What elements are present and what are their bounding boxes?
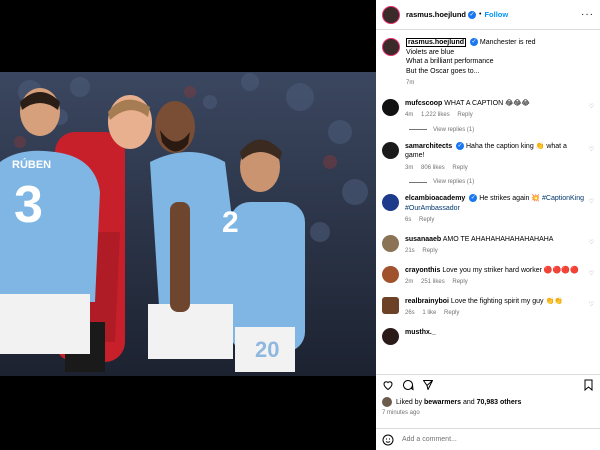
reply-button[interactable]: Reply (422, 248, 437, 254)
caption-time: 7m (406, 80, 415, 86)
comment-item: musthx._ (382, 327, 594, 345)
verified-badge-icon: ✓ (469, 194, 478, 203)
add-comment-bar: Add a comment... (376, 428, 600, 450)
comment-item: susanaaeb AMO TE AHAHAHAHAHAHAHAHA 21s R… (382, 234, 594, 257)
commenter-avatar[interactable] (382, 194, 399, 211)
commenter-avatar[interactable] (382, 141, 399, 159)
caption-avatar[interactable] (382, 38, 400, 56)
comment-time: 4m (405, 112, 414, 118)
commenter-avatar[interactable] (382, 327, 399, 345)
commenter-username[interactable]: samarchitects (405, 143, 452, 150)
comment-text: AMO TE AHAHAHAHAHAHAHAHA (442, 235, 554, 243)
caption-username[interactable]: rasmus.hoejlund (406, 38, 467, 47)
like-comment-icon[interactable]: ♡ (589, 103, 594, 121)
comment-icon[interactable] (402, 379, 414, 391)
center-player-number: 2 (222, 206, 239, 239)
comment-time: 6s (405, 217, 412, 223)
comment-text: WHAT A CAPTION 😂😂😂 (444, 99, 530, 107)
comment-item: elcambioacademy ✓ He strikes again 💥 #Ca… (382, 194, 594, 226)
verified-badge-icon: ✓ (468, 10, 477, 19)
author-avatar[interactable] (382, 5, 400, 24)
separator-dot: • (479, 11, 482, 18)
reply-button[interactable]: Reply (452, 279, 467, 285)
comment-text: Love you my striker hard worker (442, 266, 544, 274)
post-actions (376, 374, 600, 394)
post-timestamp: 7 minutes ago (382, 410, 420, 416)
commenter-avatar[interactable] (382, 234, 399, 252)
commenter-username[interactable]: realbrainyboi (405, 298, 449, 305)
comment-item: mufcscoop WHAT A CAPTION 😂😂😂 4m 1,222 li… (382, 98, 594, 121)
comment-emoji: 🔴🔴🔴🔴 (543, 266, 579, 274)
commenter-username[interactable]: crayonthis (405, 267, 440, 274)
comment-time: 2m (405, 279, 414, 285)
comments-list[interactable]: rasmus.hoejlund ✓ Manchester is red Viol… (376, 32, 600, 370)
comments-pane: rasmus.hoejlund ✓ • Follow ··· rasmus.ho… (376, 0, 600, 450)
like-comment-icon[interactable]: ♡ (589, 270, 594, 288)
comment-time: 3m (405, 164, 414, 171)
photo-illustration: 20 RÚBEN 3 2 (0, 72, 376, 376)
liked-by-prefix: Liked by (396, 398, 423, 406)
like-comment-icon[interactable]: ♡ (589, 146, 594, 174)
verified-badge-icon: ✓ (456, 141, 465, 150)
comment-text: He strikes again 💥 (479, 195, 543, 202)
add-comment-input[interactable]: Add a comment... (402, 436, 457, 443)
like-comment-icon[interactable]: ♡ (589, 198, 594, 226)
commenter-username[interactable]: mufcscoop (405, 100, 442, 107)
share-icon[interactable] (422, 379, 434, 391)
right-player-number: 20 (255, 337, 279, 362)
likes-summary[interactable]: Liked by bewarmers and 70,983 others (382, 397, 521, 407)
instagram-post-modal: 20 RÚBEN 3 2 rasmus.hoejlund ✓ • Follow … (0, 0, 600, 450)
more-options-icon[interactable]: ··· (581, 9, 594, 20)
caption-line: Manchester is red (479, 39, 536, 46)
comment-item: samarchitects ✓ Haha the caption king 👏 … (382, 141, 594, 174)
caption: rasmus.hoejlund ✓ Manchester is red Viol… (382, 38, 594, 89)
left-player-name: RÚBEN (12, 158, 51, 171)
like-comment-icon[interactable]: ♡ (589, 239, 594, 257)
caption-line: Violets are blue (406, 48, 455, 56)
commenter-avatar[interactable] (382, 98, 399, 116)
view-replies[interactable]: View replies (1) (409, 179, 594, 185)
like-heart-icon[interactable] (382, 379, 394, 391)
comment-item: crayonthis Love you my striker hard work… (382, 265, 594, 288)
commenter-avatar[interactable] (382, 296, 399, 314)
left-player-number: 3 (14, 176, 43, 234)
comment-time: 21s (405, 248, 415, 254)
verified-badge-icon: ✓ (469, 38, 478, 47)
follow-button[interactable]: Follow (484, 10, 508, 19)
commenter-avatar[interactable] (382, 265, 399, 283)
comment-likes[interactable]: 1 like (422, 310, 436, 316)
like-comment-icon[interactable]: ♡ (589, 301, 594, 319)
commenter-username[interactable]: elcambioacademy (405, 195, 465, 202)
liked-by-user[interactable]: bewarmers (424, 399, 461, 406)
comment-likes[interactable]: 251 likes (421, 279, 445, 285)
photo-pane: 20 RÚBEN 3 2 (0, 0, 376, 450)
reply-button[interactable]: Reply (444, 310, 459, 316)
reply-button[interactable]: Reply (457, 112, 472, 118)
comment-text: Love the fighting spirit my guy 👏👏 (450, 297, 563, 305)
post-photo[interactable]: 20 RÚBEN 3 2 (0, 72, 376, 376)
liked-by-and: and (462, 398, 475, 406)
liker-avatar (382, 397, 392, 407)
reply-button[interactable]: Reply (419, 217, 434, 223)
caption-line: What a brilliant performance (406, 58, 494, 65)
comment-likes[interactable]: 806 likes (421, 165, 445, 171)
caption-line: But the Oscar goes to... (406, 67, 480, 75)
view-replies[interactable]: View replies (1) (409, 127, 594, 133)
emoji-icon[interactable] (382, 434, 394, 446)
bookmark-icon[interactable] (583, 379, 594, 391)
commenter-username[interactable]: susanaaeb (405, 236, 441, 243)
post-header: rasmus.hoejlund ✓ • Follow ··· (376, 0, 600, 30)
comment-item: realbrainyboi Love the fighting spirit m… (382, 296, 594, 319)
reply-button[interactable]: Reply (452, 165, 467, 171)
liked-by-others[interactable]: 70,983 others (477, 399, 522, 406)
comment-time: 26s (405, 310, 415, 316)
comment-likes[interactable]: 1,222 likes (421, 112, 450, 118)
author-username[interactable]: rasmus.hoejlund (406, 10, 466, 19)
commenter-username[interactable]: musthx._ (405, 329, 436, 336)
